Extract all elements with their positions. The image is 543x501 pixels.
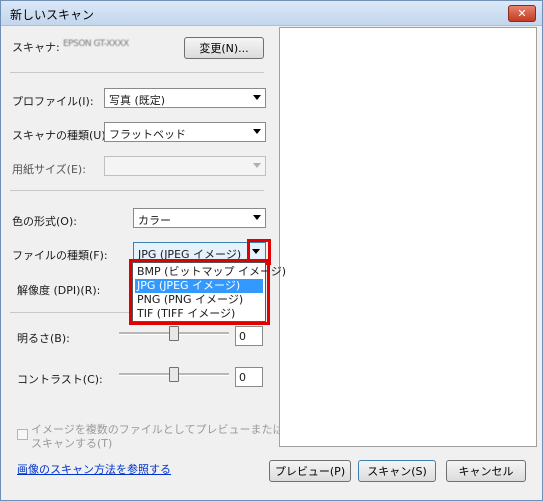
contrast-label: コントラスト(C): <box>17 373 103 386</box>
file-type-option-png[interactable]: PNG (PNG イメージ) <box>135 293 263 307</box>
profile-select[interactable]: 写真 (既定) <box>104 88 266 108</box>
window-title: 新しいスキャン <box>10 8 95 22</box>
file-type-label: ファイルの種類(F): <box>12 249 108 262</box>
separator <box>10 190 264 191</box>
profile-label: プロファイル(I): <box>12 95 94 108</box>
brightness-label: 明るさ(B): <box>17 332 70 345</box>
profile-value: 写真 (既定) <box>109 94 166 107</box>
file-type-value: JPG (JPEG イメージ) <box>138 248 242 261</box>
scan-help-link[interactable]: 画像のスキャン方法を参照する <box>17 461 171 477</box>
close-icon: ✕ <box>517 7 527 20</box>
chevron-down-icon <box>253 163 261 168</box>
file-type-option-tif[interactable]: TIF (TIFF イメージ) <box>135 307 263 321</box>
chevron-down-icon <box>253 215 261 220</box>
resolution-label: 解像度 (DPI)(R): <box>17 284 101 297</box>
scanner-label: スキャナ: <box>12 41 60 54</box>
preview-button[interactable]: プレビュー(P) <box>269 460 351 482</box>
contrast-input[interactable]: 0 <box>235 367 263 387</box>
chevron-down-icon <box>252 249 260 254</box>
color-format-label: 色の形式(O): <box>12 215 77 228</box>
multi-file-label-line2: スキャンする(T) <box>31 437 113 450</box>
change-scanner-button[interactable]: 変更(N)... <box>184 37 264 59</box>
file-type-option-jpg[interactable]: JPG (JPEG イメージ) <box>135 279 263 293</box>
contrast-slider-thumb[interactable] <box>169 367 179 382</box>
multi-file-checkbox[interactable] <box>17 429 28 440</box>
separator <box>10 72 264 73</box>
source-label: スキャナの種類(U): <box>12 129 110 142</box>
brightness-slider-thumb[interactable] <box>169 326 179 341</box>
title-bar[interactable]: 新しいスキャン ✕ <box>1 1 542 26</box>
scanner-name: EPSON GT-XXXX <box>63 39 129 49</box>
paper-size-label: 用紙サイズ(E): <box>12 163 86 176</box>
file-type-option-bmp[interactable]: BMP (ビットマップ イメージ) <box>135 265 286 279</box>
close-button[interactable]: ✕ <box>508 5 536 22</box>
chevron-down-icon <box>253 129 261 134</box>
preview-pane <box>279 27 537 447</box>
scan-button[interactable]: スキャン(S) <box>358 460 436 482</box>
chevron-down-icon <box>253 95 261 100</box>
color-format-value: カラー <box>138 214 171 227</box>
file-type-dropdown-list: BMP (ビットマップ イメージ) JPG (JPEG イメージ) PNG (P… <box>132 262 286 322</box>
color-format-select[interactable]: カラー <box>133 208 266 228</box>
source-value: フラットベッド <box>109 128 186 141</box>
source-select[interactable]: フラットベッド <box>104 122 266 142</box>
scan-dialog: 新しいスキャン ✕ スキャナ: EPSON GT-XXXX 変更(N)... プ… <box>0 0 543 501</box>
brightness-input[interactable]: 0 <box>235 326 263 346</box>
file-type-select[interactable]: JPG (JPEG イメージ) <box>133 242 266 262</box>
cancel-button[interactable]: キャンセル <box>446 460 526 482</box>
paper-size-select[interactable] <box>104 156 266 176</box>
